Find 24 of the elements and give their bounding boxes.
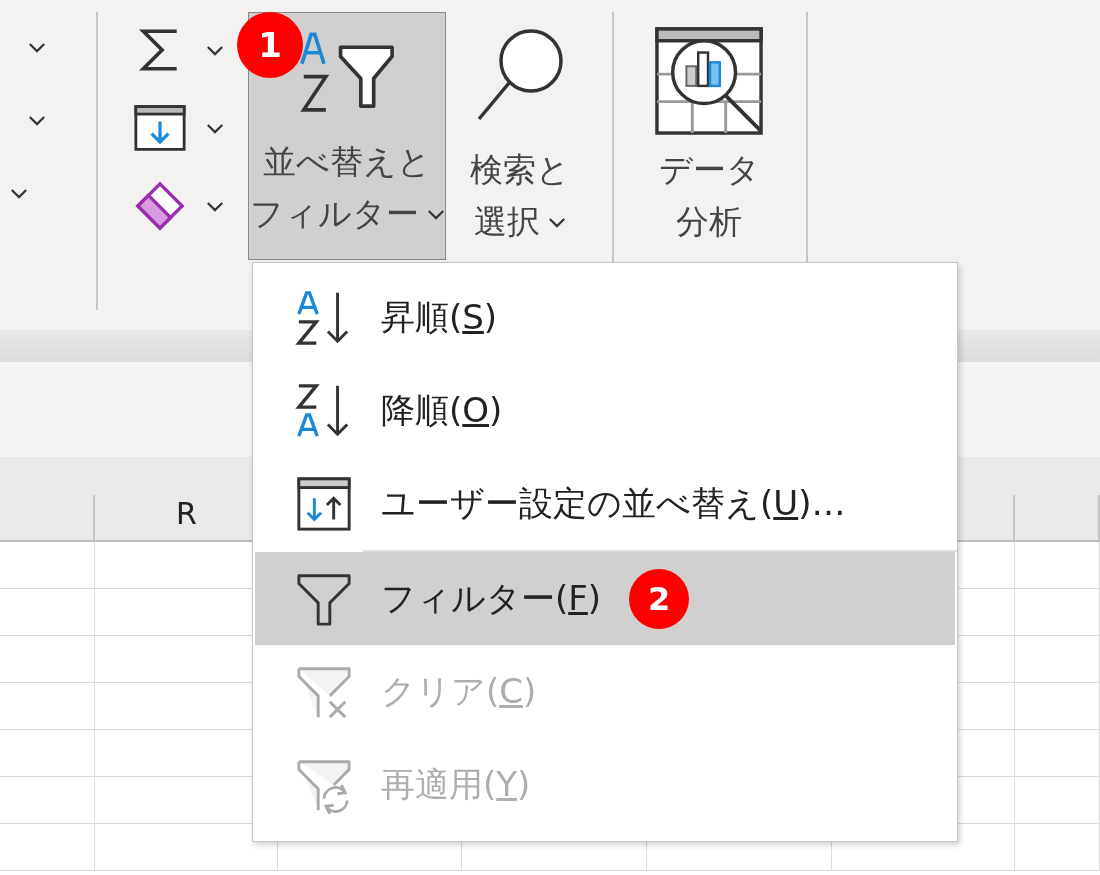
eraser-icon[interactable] [134, 181, 186, 231]
button-label: 選択 [474, 201, 540, 243]
chevron-icon[interactable] [28, 115, 46, 126]
button-label: 分析 [676, 201, 742, 243]
chevron-icon[interactable] [28, 42, 46, 53]
menu-item[interactable]: 昇順(S) [255, 271, 955, 364]
chevron-icon[interactable] [206, 44, 224, 56]
data-analysis-icon [654, 27, 764, 135]
chevron-icon[interactable] [206, 200, 224, 212]
callout-badge: 2 [629, 568, 690, 629]
button-label: 並べ替えと [263, 141, 431, 183]
column-header[interactable]: R [176, 492, 197, 540]
button-label: データ [658, 149, 760, 191]
data-analysis-button[interactable]: データ 分析 [634, 12, 784, 268]
fill-down-icon[interactable] [134, 103, 186, 153]
find-select-button[interactable]: 検索と 選択 [450, 12, 590, 268]
menu-item[interactable]: ユーザー設定の並べ替え(U)… [255, 457, 955, 550]
chevron-icon[interactable] [206, 122, 224, 134]
menu-item[interactable]: フィルター(F) 2 [255, 552, 955, 645]
custom-sort-icon [295, 474, 353, 533]
menu-item[interactable]: 降順(O) [255, 364, 955, 457]
button-label: 検索と [470, 149, 570, 191]
chevron-icon[interactable] [10, 188, 28, 199]
button-label: フィルター [249, 193, 419, 235]
